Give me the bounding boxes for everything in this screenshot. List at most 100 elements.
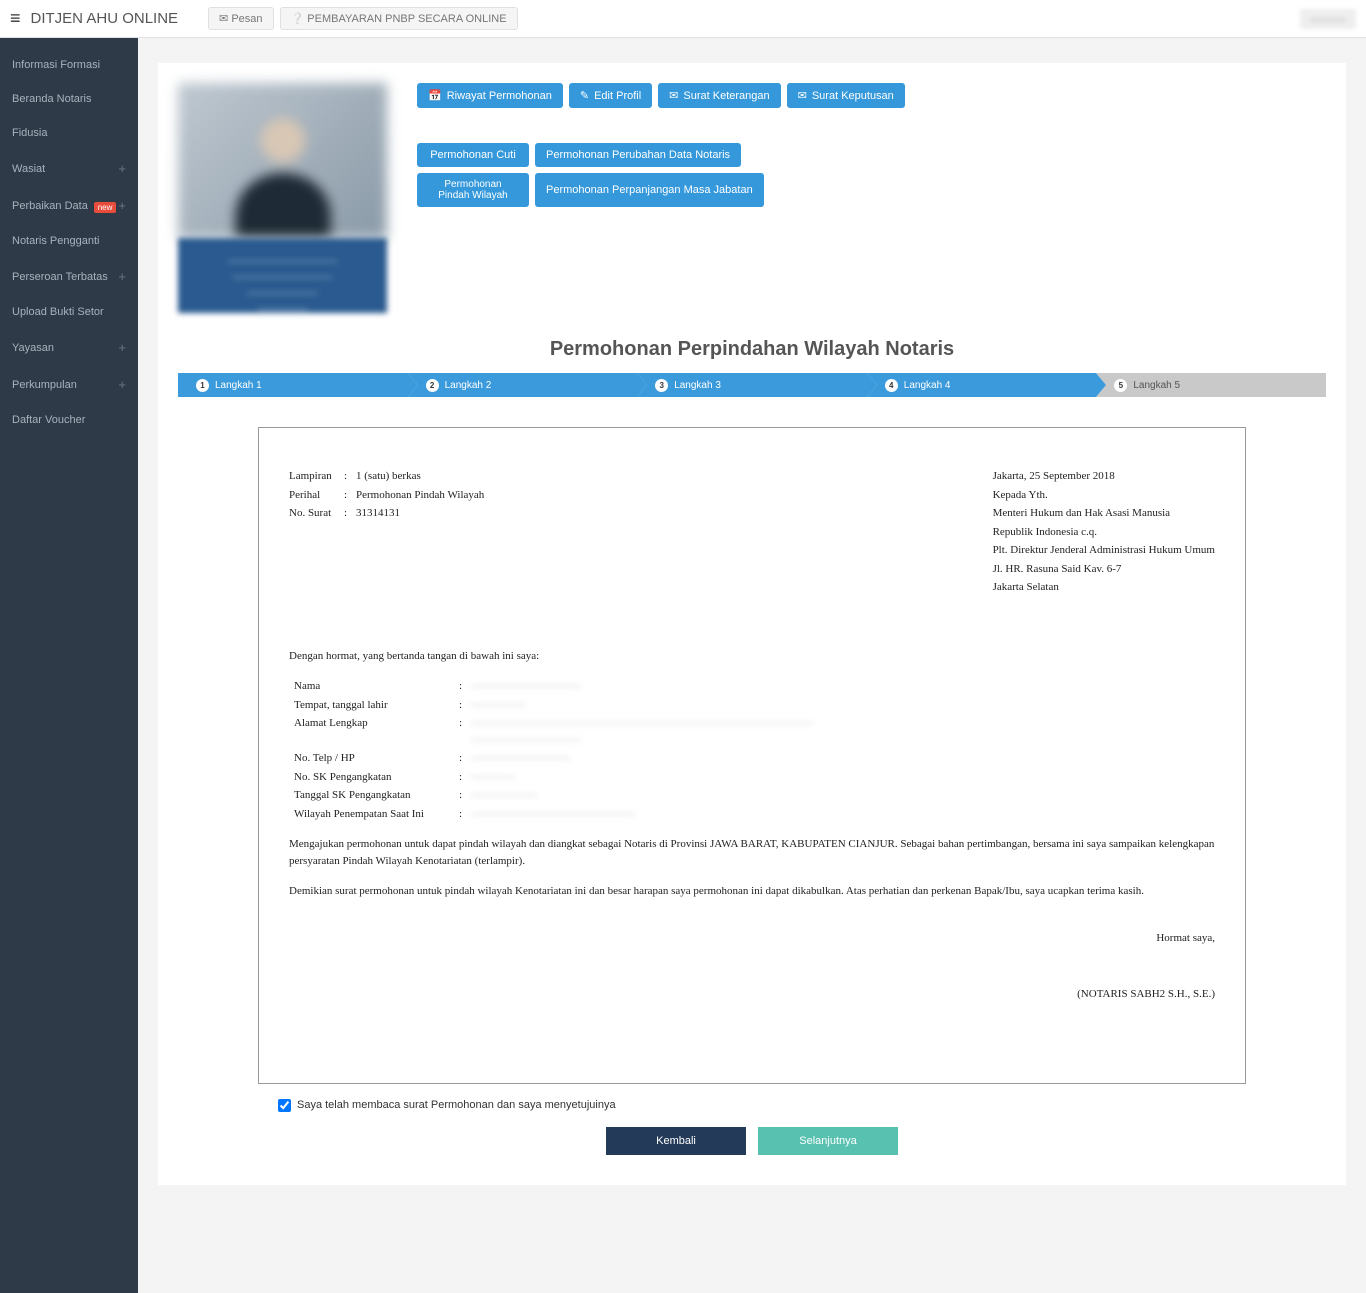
plus-icon: + (118, 198, 126, 213)
field-label: Wilayah Penempatan Saat Ini (294, 806, 459, 823)
mail-icon: ✉ (219, 13, 228, 25)
step-4[interactable]: 4 Langkah 4 (867, 373, 1097, 397)
letter-body: Dengan hormat, yang bertanda tangan di b… (289, 648, 1215, 1003)
permohonan-perpanjangan-button[interactable]: Permohonan Perpanjangan Masa Jabatan (535, 173, 764, 207)
sidebar-item-perkumpulan[interactable]: Perkumpulan + (0, 366, 138, 403)
user-menu[interactable]: ——— (1300, 9, 1356, 29)
field-label: Tanggal SK Pengangkatan (294, 787, 459, 804)
letter-date: Jakarta, 25 September 2018 (993, 468, 1215, 485)
step-number: 3 (655, 379, 668, 392)
sidebar: Informasi Formasi Beranda Notaris Fidusi… (0, 38, 138, 1293)
step-3[interactable]: 3 Langkah 3 (637, 373, 867, 397)
profile-row: ——————————— —————————— ——————— ————— 📅Ri… (178, 83, 1326, 313)
profile-caption-line: —————————— (188, 270, 377, 286)
button-label: Riwayat Permohonan (447, 90, 552, 102)
letter-opening: Dengan hormat, yang bertanda tangan di b… (289, 648, 1215, 665)
signer-name: (NOTARIS SABH2 S.H., S.E.) (289, 986, 1215, 1003)
meta-value: 31314131 (356, 505, 400, 522)
field-label: Nama (294, 678, 459, 695)
plus-icon: + (118, 377, 126, 392)
sidebar-item-beranda-notaris[interactable]: Beranda Notaris (0, 82, 138, 116)
sidebar-item-label: Beranda Notaris (12, 93, 92, 105)
menu-toggle-icon[interactable]: ≡ (10, 8, 21, 29)
step-5[interactable]: 5Langkah 5 (1096, 373, 1326, 397)
permohonan-perubahan-button[interactable]: Permohonan Perubahan Data Notaris (535, 143, 741, 167)
kembali-button[interactable]: Kembali (606, 1127, 746, 1155)
field-value: ————————— (471, 750, 1215, 767)
meta-value: Permohonan Pindah Wilayah (356, 487, 484, 504)
sidebar-item-label: Daftar Voucher (12, 414, 85, 426)
confirm-checkbox[interactable] (278, 1099, 291, 1112)
field-value: ——————————————— (471, 806, 1215, 823)
surat-keterangan-button[interactable]: ✉Surat Keterangan (658, 83, 780, 108)
button-label: Permohonan Pindah Wilayah (428, 179, 518, 201)
meta-label: Perihal (289, 487, 344, 504)
field-value: —————— (471, 787, 1215, 804)
letter-meta-left: Lampiran:1 (satu) berkas Perihal:Permoho… (289, 468, 484, 598)
step-label: Langkah 3 (674, 380, 721, 391)
field-value: ———— (471, 769, 1215, 786)
sidebar-item-label: Informasi Formasi (12, 59, 100, 71)
sidebar-item-label: Wasiat (12, 163, 45, 175)
permohonan-cuti-button[interactable]: Permohonan Cuti (417, 143, 529, 167)
button-label: Edit Profil (594, 90, 641, 102)
profile-caption: ——————————— —————————— ——————— ————— (178, 238, 387, 313)
actions-area: 📅Riwayat Permohonan ✎Edit Profil ✉Surat … (417, 83, 1326, 313)
primary-actions: 📅Riwayat Permohonan ✎Edit Profil ✉Surat … (417, 83, 1326, 108)
field-label: Tempat, tanggal lahir (294, 697, 459, 714)
step-2[interactable]: 2Langkah 2 (408, 373, 638, 397)
sidebar-item-perbaikan-data[interactable]: Perbaikan Data new+ (0, 187, 138, 224)
profile-caption-line: ——————————— (188, 254, 377, 270)
meta-label: No. Surat (289, 505, 344, 522)
sidebar-item-informasi-formasi[interactable]: Informasi Formasi (0, 48, 138, 82)
plus-icon: + (118, 269, 126, 284)
sidebar-item-fidusia[interactable]: Fidusia (0, 116, 138, 150)
surat-keputusan-button[interactable]: ✉Surat Keputusan (787, 83, 905, 108)
step-number: 5 (1114, 379, 1127, 392)
step-number: 4 (885, 379, 898, 392)
selanjutnya-button[interactable]: Selanjutnya (758, 1127, 898, 1155)
button-label: Surat Keterangan (683, 90, 769, 102)
applicant-fields: Nama:—————————— Tempat, tanggal lahir:——… (294, 678, 1215, 822)
meta-value: 1 (satu) berkas (356, 468, 421, 485)
permohonan-pindah-button[interactable]: Permohonan Pindah Wilayah (417, 173, 529, 207)
content-card: ——————————— —————————— ——————— ————— 📅Ri… (158, 63, 1346, 1185)
sidebar-item-label: Perkumpulan (12, 379, 77, 391)
field-value: —————————— (471, 678, 1215, 695)
riwayat-permohonan-button[interactable]: 📅Riwayat Permohonan (417, 83, 563, 108)
pesan-label: Pesan (231, 13, 262, 25)
button-label: Permohonan Perubahan Data Notaris (546, 149, 730, 161)
button-label: Permohonan Perpanjangan Masa Jabatan (546, 184, 753, 196)
pesan-button[interactable]: ✉ Pesan (208, 7, 273, 30)
confirm-label: Saya telah membaca surat Permohonan dan … (297, 1099, 616, 1111)
request-actions-row1: Permohonan Cuti Permohonan Perubahan Dat… (417, 143, 1326, 167)
field-label: Alamat Lengkap (294, 715, 459, 748)
step-label: Langkah 2 (445, 380, 492, 391)
field-value: ————— (471, 697, 1215, 714)
sidebar-item-label: Upload Bukti Setor (12, 306, 104, 318)
step-1[interactable]: 1Langkah 1 (178, 373, 408, 397)
help-icon: ❔ (291, 13, 305, 25)
letter-meta-right: Jakarta, 25 September 2018 Kepada Yth. M… (993, 468, 1215, 598)
topbar: ≡ DITJEN AHU ONLINE ✉ Pesan ❔ PEMBAYARAN… (0, 0, 1366, 38)
step-number: 1 (196, 379, 209, 392)
sidebar-item-label: Perbaikan Data (12, 200, 88, 212)
main: ——————————— —————————— ——————— ————— 📅Ri… (138, 38, 1366, 1293)
confirm-row: Saya telah membaca surat Permohonan dan … (278, 1099, 1326, 1112)
sidebar-item-perseroan-terbatas[interactable]: Perseroan Terbatas+ (0, 258, 138, 295)
new-badge: new (94, 202, 117, 213)
profile-caption-line: ——————— (188, 286, 377, 302)
step-label: Langkah 4 (904, 380, 951, 391)
sidebar-item-yayasan[interactable]: Yayasan+ (0, 329, 138, 366)
edit-profil-button[interactable]: ✎Edit Profil (569, 83, 652, 108)
field-label: No. SK Pengangkatan (294, 769, 459, 786)
sidebar-item-wasiat[interactable]: Wasiat+ (0, 150, 138, 187)
letter-header: Lampiran:1 (satu) berkas Perihal:Permoho… (289, 468, 1215, 598)
topbar-right: ——— (1300, 12, 1356, 26)
pnbp-button[interactable]: ❔ PEMBAYARAN PNBP SECARA ONLINE (280, 7, 518, 30)
envelope-icon: ✉ (798, 89, 807, 102)
sidebar-item-daftar-voucher[interactable]: Daftar Voucher (0, 403, 138, 437)
sidebar-item-upload-bukti-setor[interactable]: Upload Bukti Setor (0, 295, 138, 329)
sidebar-item-notaris-pengganti[interactable]: Notaris Pengganti (0, 224, 138, 258)
button-label: Permohonan Cuti (430, 149, 516, 161)
